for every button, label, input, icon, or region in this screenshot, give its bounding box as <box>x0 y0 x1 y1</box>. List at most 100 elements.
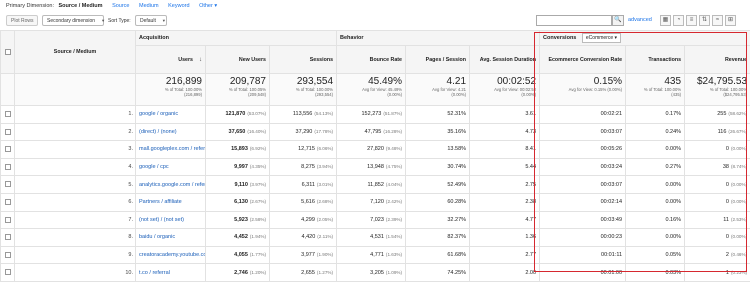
performance-view-icon[interactable]: ≡ <box>686 15 697 26</box>
search-icon[interactable]: 🔍 <box>612 15 624 26</box>
row-avg-session-duration: 00:01:11 <box>540 246 626 264</box>
row-sessions: 4,771(1.63%) <box>337 246 406 264</box>
grid-view-icon[interactable]: ▦ <box>660 15 671 26</box>
row-new-users: 4,420(2.11%) <box>270 229 337 247</box>
row-checkbox[interactable] <box>1 141 15 159</box>
users-column-header[interactable]: Users ↓ <box>136 46 206 74</box>
row-source-medium-link[interactable]: google / cpc <box>136 158 206 176</box>
table-row: 6.Partners / affiliate6,130(2.67%)5,616(… <box>1 193 750 211</box>
sessions-column-header[interactable]: Sessions <box>270 46 337 74</box>
sort-type-select[interactable]: Default▼ <box>135 15 167 26</box>
row-bounce-rate: 60.28% <box>406 193 470 211</box>
row-users: 121,870(53.07%) <box>206 106 270 124</box>
row-checkbox[interactable] <box>1 176 15 194</box>
row-checkbox[interactable] <box>1 229 15 247</box>
row-users: 4,055(1.77%) <box>206 246 270 264</box>
primary-dimension-other-link[interactable]: Other ▾ <box>199 3 217 9</box>
row-transactions: 0(0.00%) <box>685 141 750 159</box>
row-checkbox[interactable] <box>1 123 15 141</box>
row-source-medium-link[interactable]: baidu / organic <box>136 229 206 247</box>
total-bounce-rate: 45.49%Avg for View: 45.49%(0.00%) <box>337 74 406 106</box>
row-source-medium-link[interactable]: (direct) / (none) <box>136 123 206 141</box>
row-source-medium-link[interactable]: google / organic <box>136 106 206 124</box>
row-checkbox[interactable] <box>1 158 15 176</box>
conversions-group-header: Conversions eCommerce ▾ <box>540 31 750 46</box>
row-avg-session-duration: 00:03:07 <box>540 123 626 141</box>
revenue-column-header[interactable]: Revenue <box>685 46 750 74</box>
row-new-users: 113,556(54.13%) <box>270 106 337 124</box>
pivot-view-icon[interactable]: ⊞ <box>725 15 736 26</box>
row-pages-per-session: 2.38 <box>470 193 540 211</box>
row-source-medium-link[interactable]: mall.googleplex.com / referral <box>136 141 206 159</box>
row-pages-per-session: 1.36 <box>470 229 540 247</box>
row-conversion-rate: 0.24% <box>626 123 685 141</box>
users-header-label: Users <box>178 57 193 63</box>
primary-dimension-active[interactable]: Source / Medium <box>59 3 103 9</box>
row-users: 6,130(2.67%) <box>206 193 270 211</box>
row-conversion-rate: 0.00% <box>626 193 685 211</box>
row-new-users: 37,290(17.78%) <box>270 123 337 141</box>
table-row: 1.google / organic121,870(53.07%)113,556… <box>1 106 750 124</box>
row-users: 5,923(2.58%) <box>206 211 270 229</box>
advanced-filter-link[interactable]: advanced <box>628 17 652 23</box>
select-all-checkbox[interactable] <box>1 31 15 74</box>
table-row: 5.analytics.google.com / referral9,110(3… <box>1 176 750 194</box>
row-source-medium-link[interactable]: (not set) / (not set) <box>136 211 206 229</box>
row-checkbox[interactable] <box>1 106 15 124</box>
term-cloud-view-icon[interactable]: ≈ <box>712 15 723 26</box>
row-transactions: 0(0.00%) <box>685 193 750 211</box>
row-avg-session-duration: 00:02:21 <box>540 106 626 124</box>
conversions-goal-select[interactable]: eCommerce ▾ <box>582 33 621 43</box>
chevron-down-icon: ▼ <box>162 18 166 23</box>
new-users-column-header[interactable]: New Users <box>206 46 270 74</box>
data-rows: 1.google / organic121,870(53.07%)113,556… <box>1 106 750 282</box>
table-search-input[interactable] <box>536 15 612 26</box>
row-avg-session-duration: 00:05:26 <box>540 141 626 159</box>
comparison-view-icon[interactable]: ⇅ <box>699 15 710 26</box>
sort-descending-icon[interactable]: ↓ <box>199 57 202 63</box>
row-index: 8. <box>15 229 136 247</box>
transactions-column-header[interactable]: Transactions <box>626 46 685 74</box>
row-index: 6. <box>15 193 136 211</box>
row-new-users: 3,977(1.90%) <box>270 246 337 264</box>
primary-dimension-bar: Primary Dimension: Source / Medium Sourc… <box>0 0 750 12</box>
secondary-dimension-select[interactable]: Secondary dimension▼ <box>42 15 104 26</box>
report-toolbar: Plot Rows Secondary dimension▼ Sort Type… <box>0 12 750 30</box>
row-source-medium-link[interactable]: analytics.google.com / referral <box>136 176 206 194</box>
primary-dimension-keyword-link[interactable]: Keyword <box>168 3 189 9</box>
row-transactions: 11(2.53%) <box>685 211 750 229</box>
row-bounce-rate: 61.68% <box>406 246 470 264</box>
primary-dimension-source-link[interactable]: Source <box>112 3 129 9</box>
plot-rows-button[interactable]: Plot Rows <box>6 15 38 26</box>
conversion-rate-column-header[interactable]: Ecommerce Conversion Rate <box>540 46 626 74</box>
pages-per-session-column-header[interactable]: Pages / Session <box>406 46 470 74</box>
row-pages-per-session: 5.44 <box>470 158 540 176</box>
row-transactions: 2(0.46%) <box>685 246 750 264</box>
row-bounce-rate: 32.27% <box>406 211 470 229</box>
row-source-medium-link[interactable]: Partners / affiliate <box>136 193 206 211</box>
row-transactions: 255(58.62%) <box>685 106 750 124</box>
conversions-label: Conversions <box>543 35 576 41</box>
primary-dimension-medium-link[interactable]: Medium <box>139 3 159 9</box>
row-checkbox[interactable] <box>1 193 15 211</box>
row-pages-per-session: 4.73 <box>470 123 540 141</box>
row-sessions: 11,852(4.04%) <box>337 176 406 194</box>
row-transactions: 38(8.74%) <box>685 158 750 176</box>
bounce-rate-column-header[interactable]: Bounce Rate <box>337 46 406 74</box>
row-pages-per-session: 8.41 <box>470 141 540 159</box>
row-checkbox[interactable] <box>1 246 15 264</box>
row-conversion-rate: 0.05% <box>626 246 685 264</box>
row-conversion-rate: 0.17% <box>626 106 685 124</box>
behavior-group-header: Behavior <box>337 31 540 46</box>
row-source-medium-link[interactable]: creatoracademy.youtube.com / referral <box>136 246 206 264</box>
report-table: Source / Medium Acquisition Behavior Con… <box>0 30 750 282</box>
row-checkbox[interactable] <box>1 211 15 229</box>
avg-session-duration-column-header[interactable]: Avg. Session Duration <box>470 46 540 74</box>
row-sessions: 47,795(16.28%) <box>337 123 406 141</box>
row-transactions: 116(26.67%) <box>685 123 750 141</box>
pie-view-icon[interactable]: ◔ <box>673 15 684 26</box>
row-sessions: 4,531(1.54%) <box>337 229 406 247</box>
row-bounce-rate: 82.37% <box>406 229 470 247</box>
row-avg-session-duration: 00:03:24 <box>540 158 626 176</box>
dimension-column-header[interactable]: Source / Medium <box>15 31 136 74</box>
